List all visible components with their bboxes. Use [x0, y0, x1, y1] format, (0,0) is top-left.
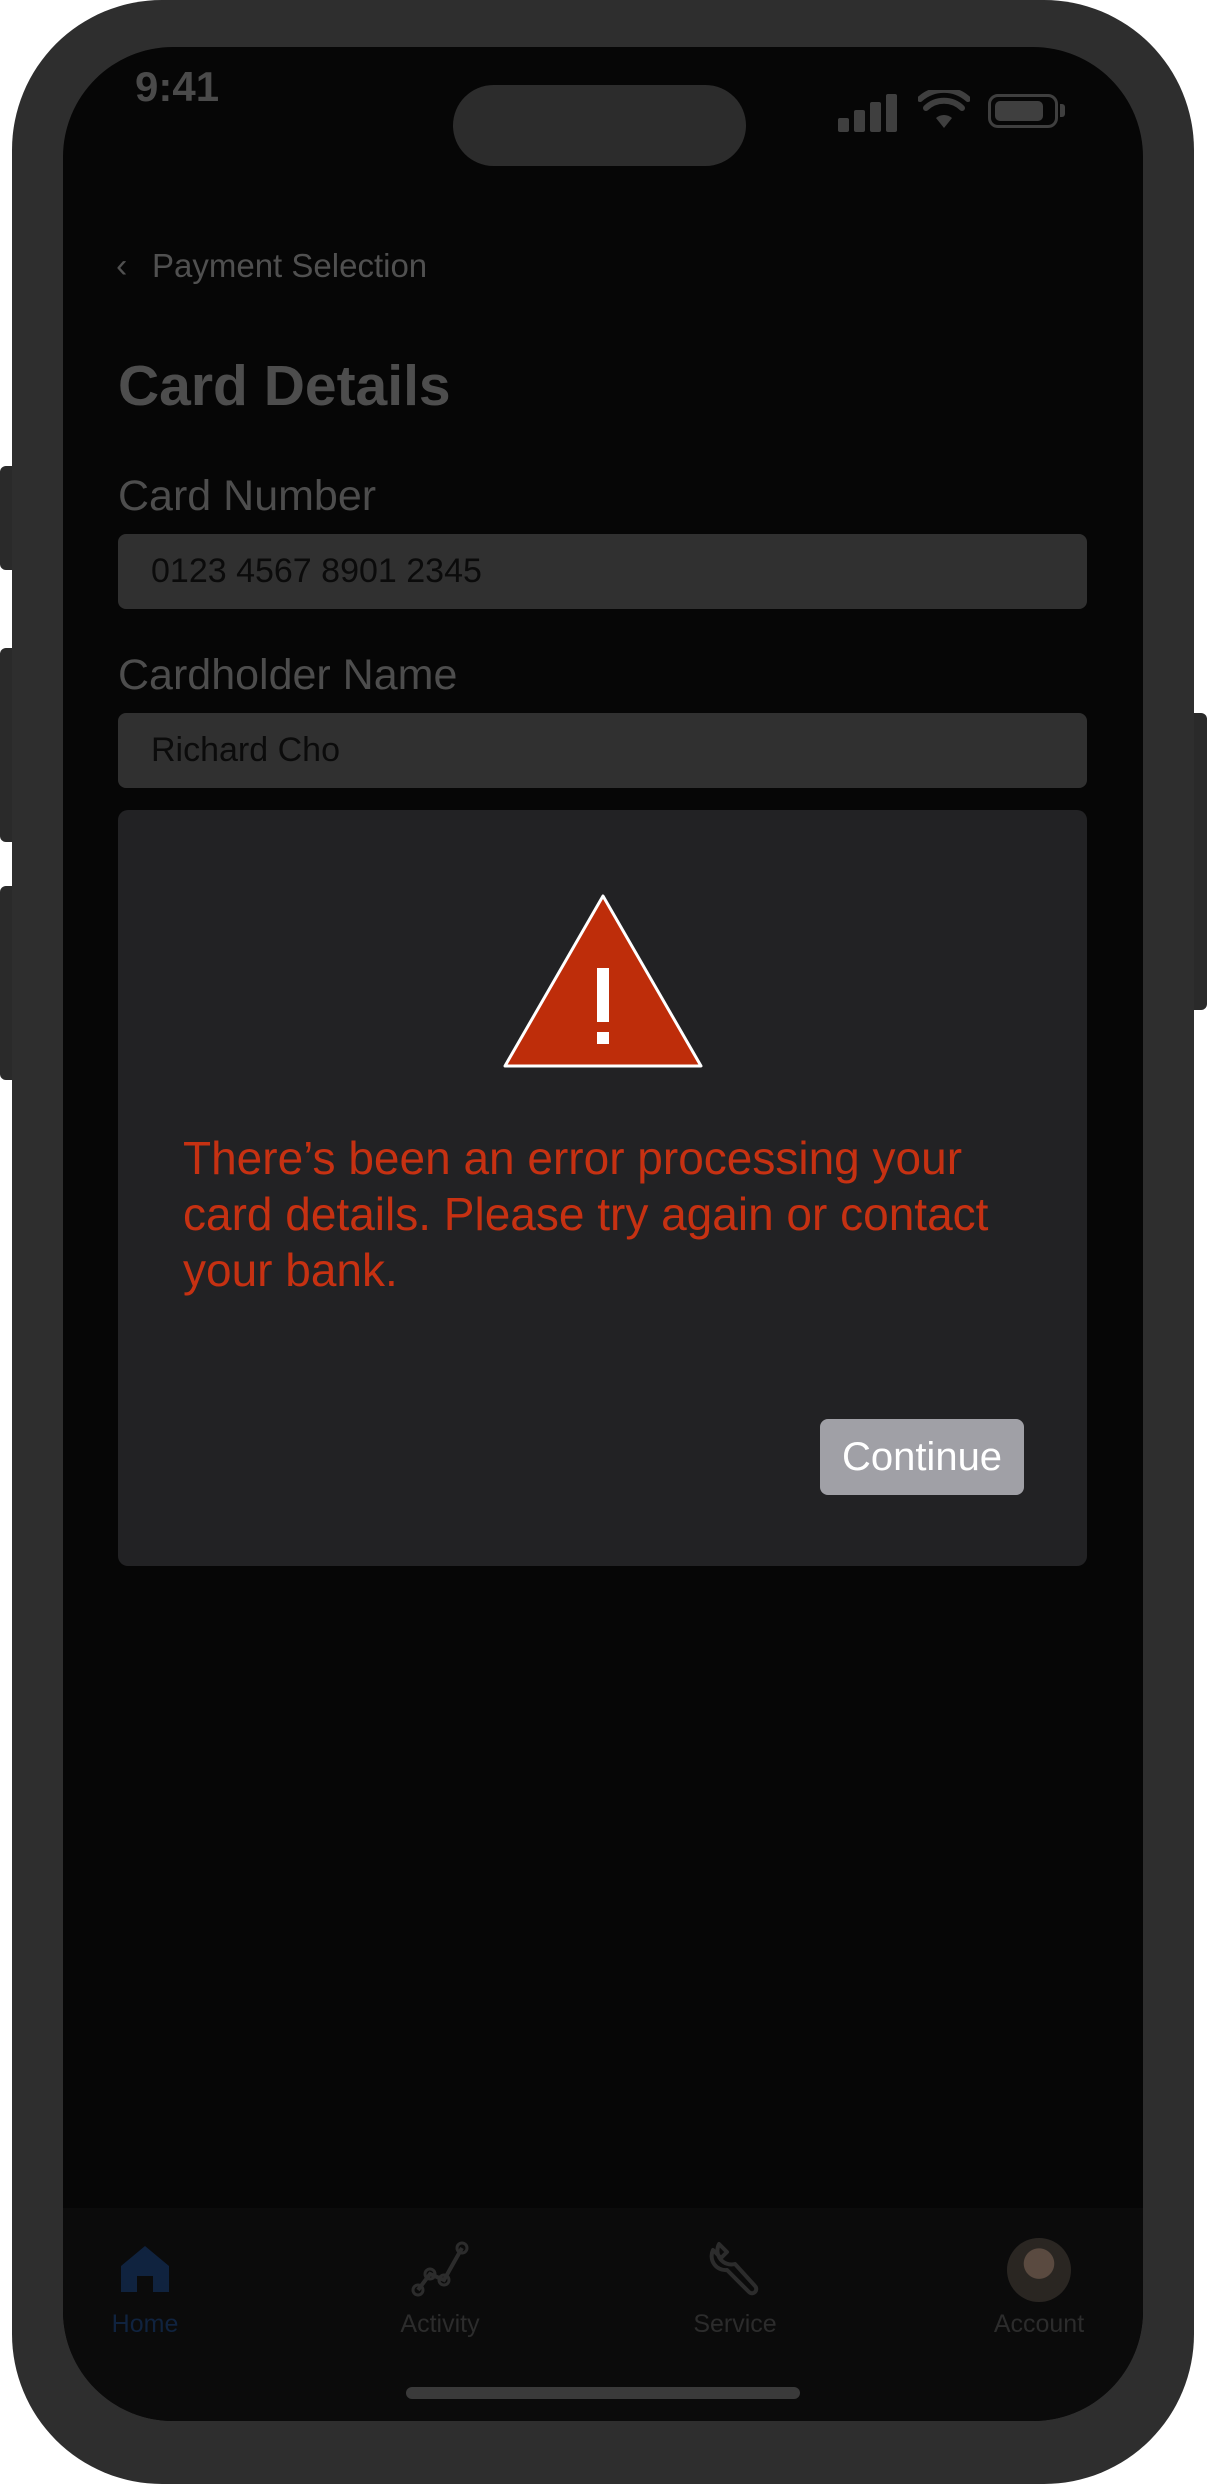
tab-label: Account	[993, 2310, 1085, 2338]
chevron-left-icon: ‹	[116, 246, 128, 285]
avatar	[1007, 2238, 1071, 2302]
tab-service[interactable]: Service	[655, 2238, 815, 2339]
back-button[interactable]: ‹ Payment Selection	[116, 244, 427, 288]
cardholder-label: Cardholder Name	[118, 651, 458, 699]
battery-icon	[988, 94, 1058, 128]
page-title: Card Details	[118, 354, 451, 418]
card-number-field[interactable]: 0123 4567 8901 2345	[118, 534, 1087, 609]
signal-icon	[870, 102, 881, 132]
continue-button[interactable]: Continue	[820, 1419, 1024, 1495]
tab-activity[interactable]: Activity	[360, 2238, 520, 2339]
wifi-icon	[918, 90, 970, 128]
error-message: There’s been an error processing your ca…	[183, 1132, 989, 1296]
power-button	[1193, 713, 1207, 1010]
error-modal: There’s been an error processing your ca…	[118, 810, 1087, 1566]
warning-icon	[503, 894, 703, 1068]
battery-nub	[1060, 104, 1065, 117]
back-label: Payment Selection	[152, 247, 428, 284]
activity-icon	[411, 2241, 469, 2297]
signal-icon	[838, 118, 849, 132]
status-icons	[838, 88, 1068, 132]
signal-icon	[886, 94, 897, 132]
tab-home[interactable]: Home	[65, 2238, 225, 2339]
cardholder-field[interactable]: Richard Cho	[118, 713, 1087, 788]
home-indicator[interactable]	[406, 2387, 800, 2399]
tab-label: Service	[693, 2310, 777, 2338]
dynamic-island	[453, 85, 746, 166]
home-icon	[121, 2246, 169, 2292]
card-number-label: Card Number	[118, 472, 377, 520]
status-time: 9:41	[135, 63, 220, 110]
tab-account[interactable]: Account	[959, 2238, 1119, 2339]
wrench-icon	[709, 2242, 759, 2296]
tab-label: Activity	[400, 2310, 480, 2338]
tab-label: Home	[111, 2310, 179, 2338]
signal-icon	[854, 110, 865, 132]
